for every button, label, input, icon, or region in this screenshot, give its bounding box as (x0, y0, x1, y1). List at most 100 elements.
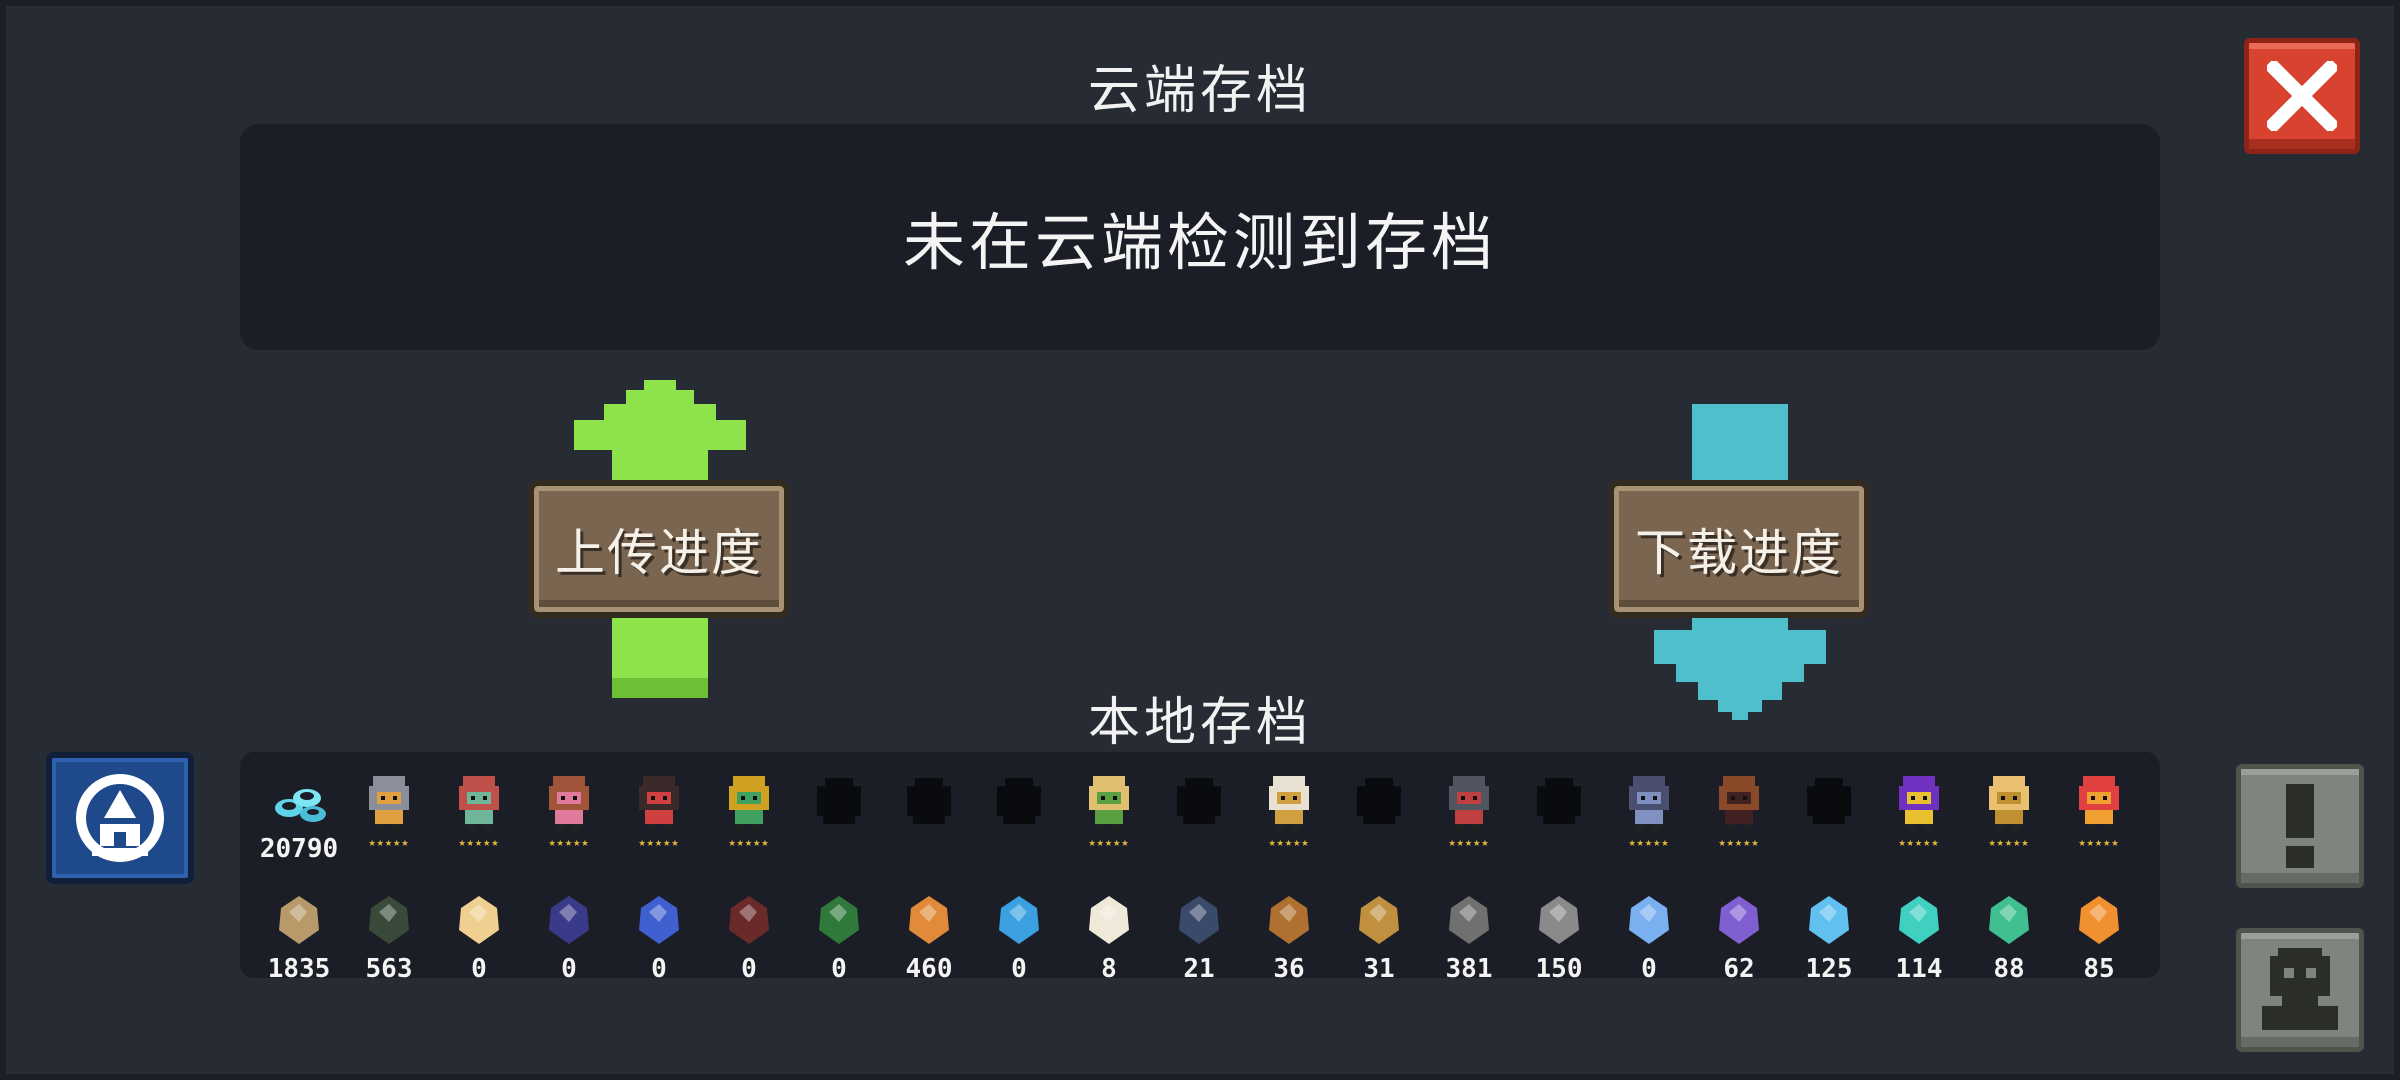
material-row: 1835 563 0 0 0 0 0 460 0 8 21 36 31 381 150 0 62 125 114 88… (254, 882, 2144, 978)
character-slot: ★★★★★ (524, 762, 614, 872)
material-count: 62 (1723, 954, 1755, 978)
material-count: 8 (1101, 954, 1117, 978)
character-slot: ★★★★★ (614, 762, 704, 872)
green-shard-icon (1989, 896, 2029, 944)
character-stars: ★★★★★ (1448, 835, 1490, 849)
character-slot (1784, 762, 1874, 872)
material-count: 0 (471, 954, 487, 978)
rogue-character-icon (459, 776, 499, 830)
locked-character-icon (1807, 778, 1851, 824)
exclamation-icon (2286, 784, 2314, 868)
character-stars: ★★★★★ (458, 835, 500, 849)
character-slot: ★★★★★ (1244, 762, 1334, 872)
character-stars: ★★★★★ (2078, 835, 2120, 849)
material-count: 0 (741, 954, 757, 978)
knight-character-icon (369, 776, 409, 830)
fish-material-icon (1359, 896, 1399, 944)
purple-shard-icon (1719, 896, 1759, 944)
scroll-material-icon (819, 896, 859, 944)
character-slot: ★★★★★ (1964, 762, 2054, 872)
material-slot: 563 (344, 882, 434, 978)
cloud-save-panel: 未在云端检测到存档 (240, 124, 2160, 350)
material-slot: 125 (1784, 882, 1874, 978)
character-slot (1514, 762, 1604, 872)
dark-book-icon (549, 896, 589, 944)
potion-material-icon (639, 896, 679, 944)
demon-character-icon (2079, 776, 2119, 830)
character-stars: ★★★★★ (368, 835, 410, 849)
teal-shard-icon (1899, 896, 1939, 944)
character-slot (1334, 762, 1424, 872)
locked-character-icon (907, 778, 951, 824)
material-slot: 460 (884, 882, 974, 978)
engineer-character-icon (729, 776, 769, 830)
character-slot: ★★★★★ (1604, 762, 1694, 872)
notice-button[interactable] (2236, 764, 2364, 888)
material-slot: 21 (1154, 882, 1244, 978)
material-slot: 8 (1064, 882, 1154, 978)
character-slot: ★★★★★ (434, 762, 524, 872)
material-count: 0 (651, 954, 667, 978)
material-count: 0 (831, 954, 847, 978)
material-slot: 36 (1244, 882, 1334, 978)
material-slot: 0 (974, 882, 1064, 978)
material-count: 1835 (267, 954, 331, 978)
wizard-character-icon (1899, 776, 1939, 830)
wood-material-icon (279, 896, 319, 944)
taoist-character-icon (1989, 776, 2029, 830)
user-silhouette-icon (2262, 948, 2338, 1030)
local-save-title: 本地存档 (1087, 693, 1312, 753)
locked-character-icon (997, 778, 1041, 824)
character-slot (794, 762, 884, 872)
assassin-character-icon (639, 776, 679, 830)
character-stars: ★★★★★ (1628, 835, 1670, 849)
feather-coin-icon (1179, 896, 1219, 944)
material-slot: 150 (1514, 882, 1604, 978)
material-count: 0 (561, 954, 577, 978)
character-slot: ★★★★★ (1064, 762, 1154, 872)
local-save-panel: 20790 ★★★★★ ★★★★★ ★★★★★ ★★★★★ ★★★★★ ★★★★★ ★★★★… (240, 752, 2160, 978)
hammer-material-icon (1269, 896, 1309, 944)
locked-character-icon (1357, 778, 1401, 824)
character-slot: ★★★★★ (1694, 762, 1784, 872)
priest-character-icon (1269, 776, 1309, 830)
material-slot: 88 (1964, 882, 2054, 978)
character-stars: ★★★★★ (1718, 835, 1760, 849)
gear-material-icon (1449, 896, 1489, 944)
werewolf-character-icon (1629, 776, 1669, 830)
material-count: 31 (1363, 954, 1395, 978)
material-slot: 0 (524, 882, 614, 978)
character-slot: ★★★★★ (704, 762, 794, 872)
ore-material-icon (909, 896, 949, 944)
character-stars: ★★★★★ (1088, 835, 1130, 849)
character-stars: ★★★★★ (638, 835, 680, 849)
material-slot: 62 (1694, 882, 1784, 978)
witch-character-icon (549, 776, 589, 830)
material-count: 381 (1445, 954, 1493, 978)
material-count: 563 (365, 954, 413, 978)
character-stars: ★★★★★ (1988, 835, 2030, 849)
locked-character-icon (1177, 778, 1221, 824)
close-button[interactable] (2244, 38, 2360, 154)
gem-coins-icon (275, 789, 326, 822)
download-progress-button[interactable]: 下载进度 (1608, 480, 1870, 618)
character-slot (974, 762, 1064, 872)
close-icon (2267, 61, 2337, 131)
material-count: 114 (1895, 954, 1943, 978)
account-button[interactable] (2236, 928, 2364, 1052)
character-row: 20790 ★★★★★ ★★★★★ ★★★★★ ★★★★★ ★★★★★ ★★★★★ ★★★★… (254, 762, 2144, 872)
seed-bag-icon (1089, 896, 1129, 944)
material-slot: 0 (794, 882, 884, 978)
material-slot: 31 (1334, 882, 1424, 978)
cloud-save-title: 云端存档 (1087, 61, 1312, 121)
cyan-shard-icon (1809, 896, 1849, 944)
character-slot (1154, 762, 1244, 872)
elf-character-icon (1089, 776, 1129, 830)
game-logo-button[interactable] (46, 752, 194, 884)
upload-progress-button[interactable]: 上传进度 (528, 480, 790, 618)
character-stars: ★★★★★ (728, 835, 770, 849)
material-count: 150 (1535, 954, 1583, 978)
cloud-status-message: 未在云端检测到存档 (902, 206, 1497, 279)
material-count: 0 (1011, 954, 1027, 978)
character-stars: ★★★★★ (1898, 835, 1940, 849)
